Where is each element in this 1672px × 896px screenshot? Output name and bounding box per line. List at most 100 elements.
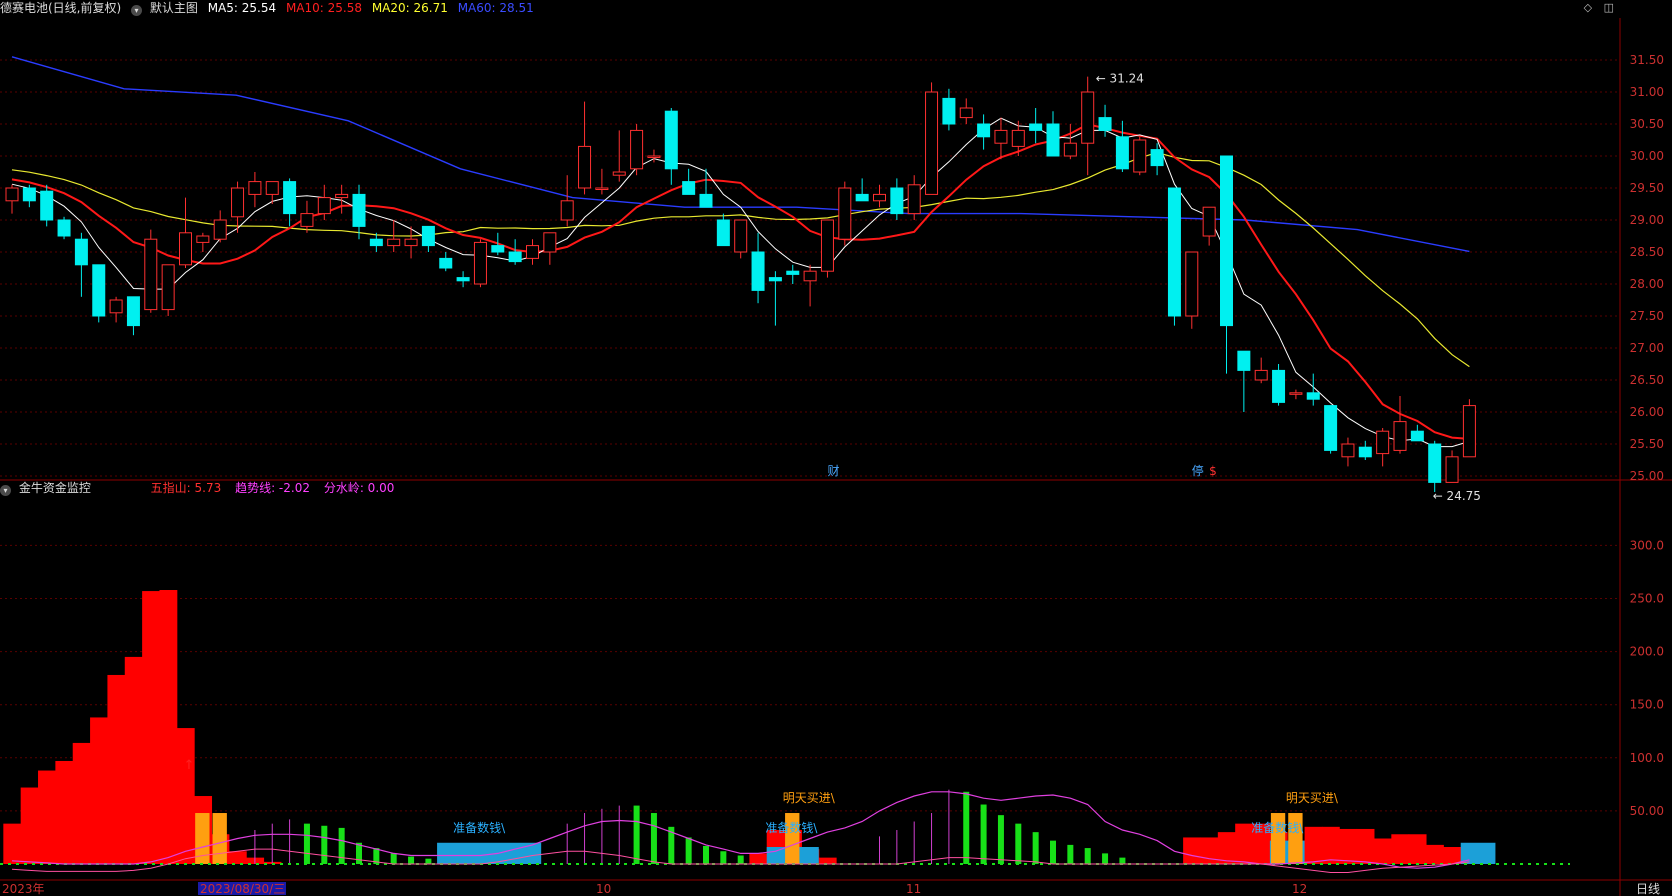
signal-label: 明天买进\ [1286,791,1339,805]
candle-body [803,270,817,282]
indicator-tick-label: 150.0 [1630,698,1664,712]
candle-body [109,299,123,314]
red-volume-bar [749,853,768,864]
red-volume-bar [124,656,143,864]
candle-body [751,251,765,291]
green-bar [633,805,640,864]
red-volume-bar [3,823,22,864]
candle-body [196,235,210,243]
candle-body [473,241,487,285]
candle-body [1358,446,1372,458]
candle-body [57,219,71,237]
candle-body [369,238,383,247]
candle-body [1063,142,1077,157]
candle-body [855,193,869,202]
up-arrow-icon: ↑ [184,758,195,773]
green-bar [1015,823,1022,864]
candle-body [820,219,834,272]
candle-body [1115,136,1129,170]
candle-body [1150,149,1164,167]
green-bar [390,853,397,864]
candle-body [74,238,88,266]
ma10-line [11,123,1470,440]
candle-body [1376,430,1390,455]
red-volume-bar [55,760,74,864]
red-volume-bar [1183,837,1201,864]
candle-body [612,171,626,176]
red-volume-bar [1426,844,1444,864]
low-price-label: ← 24.75 [1433,489,1481,503]
indicator-tick-label: 100.0 [1630,751,1664,765]
signal-label: 明天买进\ [783,791,836,805]
green-bar [997,815,1004,864]
green-bar [303,823,310,864]
candle-body [1410,430,1424,442]
candle-body [421,225,435,247]
candle-body [994,129,1008,144]
candle-body [907,184,921,215]
red-volume-bar [1321,826,1340,864]
stock-chart[interactable]: 31.50 31.00 30.50 30.00 29.50 29.00 28.50 28.00… [0,0,1672,896]
red-volume-bar [1339,828,1358,864]
candle-body [1081,91,1095,144]
green-bar [685,837,692,864]
candle-body [456,277,470,282]
candle-body [630,129,644,170]
candle-body [768,277,782,282]
price-tick-label: 28.50 [1630,245,1664,259]
candle-body [1237,350,1251,371]
candle-body [300,213,314,227]
red-volume-bar [159,590,178,864]
dollar-marker: $ [1209,464,1217,478]
candle-body [231,187,245,218]
candle-body [977,123,991,138]
candle-body [578,145,592,189]
candle-body [716,219,730,247]
candle-body [925,91,939,195]
candle-body [352,193,366,227]
green-bar [1050,840,1056,864]
high-price-label: ← 31.24 [1096,72,1144,86]
x-axis-label: 12 [1292,882,1307,896]
price-tick-label: 28.00 [1630,277,1664,291]
candle-body [595,187,609,190]
candle-body [543,232,557,253]
candle-body [1272,369,1286,403]
candle-body [1167,187,1181,317]
price-tick-label: 25.50 [1630,437,1664,451]
candle-body [126,296,140,327]
halt-marker: 停 [1192,463,1204,478]
green-bar [703,845,709,864]
candle-body [873,193,886,202]
green-bar [650,813,657,864]
candle-body [1133,139,1147,173]
red-volume-bar [90,717,108,864]
signal-label: 准备数钱\ [1251,820,1304,835]
candle-body [1324,405,1338,451]
green-bar [963,791,970,864]
orange-bar [212,813,227,864]
candle-body [1202,206,1216,237]
green-bar [1032,832,1039,864]
candle-body [1445,456,1459,483]
candle-body [144,238,158,311]
ma20-line [11,151,1470,368]
green-bar [338,827,345,864]
candle-body [838,187,852,240]
candle-body [1393,421,1407,451]
price-tick-label: 26.50 [1630,373,1664,387]
candle-body [335,193,349,199]
candle-body [248,181,262,195]
red-volume-bar [142,591,160,864]
candle-body [682,181,696,195]
red-volume-bar [1373,838,1392,864]
candle-body [213,219,227,240]
candle-body [664,110,678,170]
red-volume-bar [1356,828,1375,864]
candle-body [22,187,36,202]
candle-body [526,245,539,259]
candle-body [317,197,331,215]
red-volume-bar [1217,832,1236,864]
red-volume-bar [38,770,56,864]
price-tick-label: 29.00 [1630,213,1664,227]
